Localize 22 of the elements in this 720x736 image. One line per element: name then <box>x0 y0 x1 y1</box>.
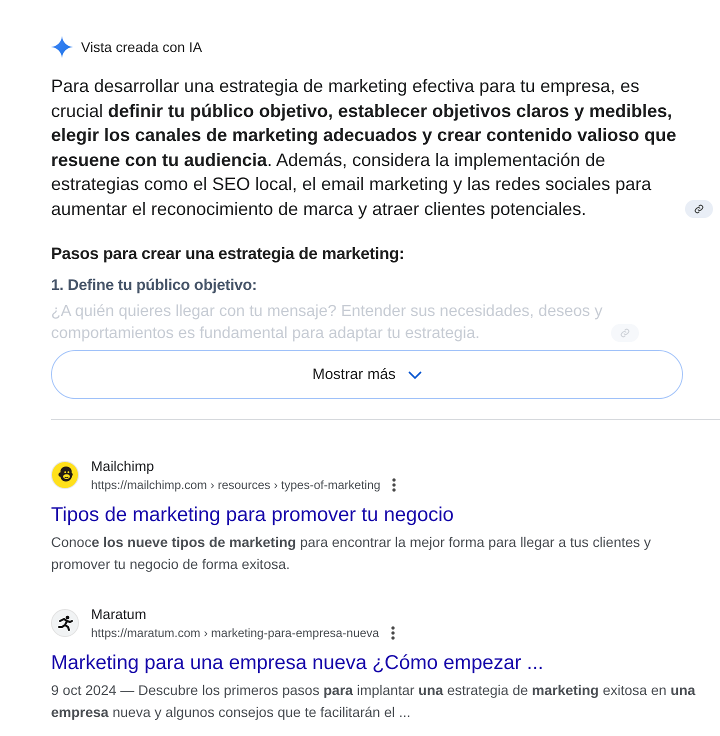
monkey-head-logo-icon[interactable] <box>51 461 79 489</box>
result-title-link[interactable]: Marketing para una empresa nueva ¿Cómo empezar ... <box>51 650 544 676</box>
runner-logo-icon[interactable] <box>51 609 79 637</box>
step-title: 1. Define tu público objetivo: <box>51 276 258 296</box>
site-name: Mailchimp <box>91 457 156 476</box>
result-url: https://maratum.com › marketing-para-empresa-nueva <box>91 625 380 642</box>
sparkle-icon <box>51 36 73 58</box>
more-options-icon[interactable] <box>391 626 396 640</box>
show-more-button[interactable]: Mostrar más <box>51 350 683 399</box>
link-icon <box>620 328 630 338</box>
result-title-link[interactable]: Tipos de marketing para promover tu negocio <box>51 502 454 528</box>
steps-heading: Pasos para crear una estrategia de marketing: <box>51 244 406 265</box>
overview-label: Vista creada con IA <box>81 39 202 55</box>
source-link-button[interactable] <box>685 200 713 218</box>
result-url: https://mailchimp.com › resources › types-of-marketing <box>91 477 380 494</box>
result-snippet: 9 oct 2024 — Descubre los primeros pasos para implantar una estrategia de marketing exitosa en una empresa nueva y algunos consejos que te facilitarán el ... <box>51 681 696 722</box>
link-icon <box>694 204 704 214</box>
chevron-down-icon <box>408 370 422 378</box>
more-options-icon[interactable] <box>392 478 396 492</box>
result-snippet: Conoce los nueve tipos de marketing para encontrar la mejor forma para llegar a tus clientes y promover tu negocio de forma exitosa. <box>51 533 652 574</box>
site-name: Maratum <box>91 605 148 624</box>
summary-paragraph: Para desarrollar una estrategia de marketing efectiva para tu empresa, es crucial definir tu público objetivo, establecer objetivos claros y medibles, elegir los canales de marketing adecuados y crear contenido valioso que resuene con tu audiencia. Además, considera la implementación de estrategias como el SEO local, el email marketing y las redes sociales para aumentar el reconocimiento de marca y atraer clientes potenciales. <box>51 75 678 221</box>
